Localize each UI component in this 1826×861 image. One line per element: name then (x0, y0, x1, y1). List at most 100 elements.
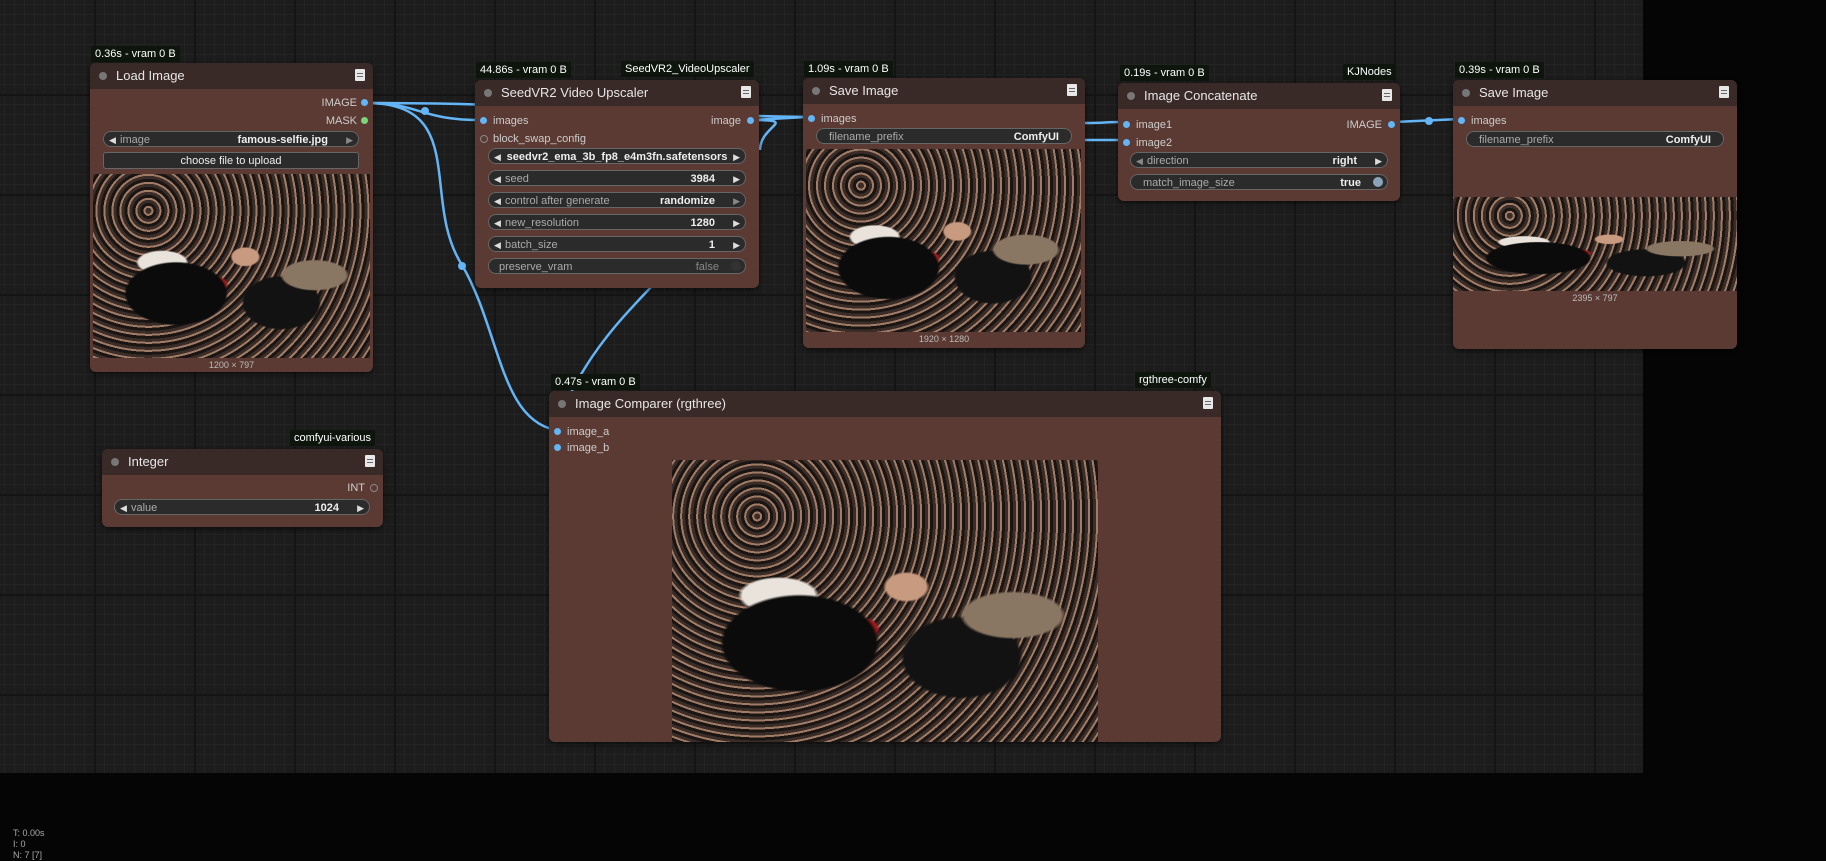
arrow-left-icon[interactable]: ◀ (109, 132, 116, 148)
document-icon[interactable] (1203, 397, 1213, 409)
image-size-label: 2395 × 797 (1572, 293, 1618, 303)
comparison-image[interactable] (672, 460, 1098, 742)
image-concatenate-title[interactable]: Image Concatenate (1118, 83, 1400, 109)
document-icon[interactable] (355, 69, 365, 81)
arrow-left-icon[interactable]: ◀ (494, 193, 501, 209)
arrow-left-icon[interactable]: ◀ (120, 500, 127, 516)
collapse-dot-icon[interactable] (1127, 92, 1135, 100)
arrow-right-icon[interactable]: ▶ (733, 149, 740, 165)
concat-source: KJNodes (1343, 64, 1396, 80)
output-image-dot[interactable] (1388, 121, 1395, 128)
arrow-right-icon[interactable]: ▶ (733, 193, 740, 209)
image-comparer-node[interactable]: Image Comparer (rgthree) image_a image_b (549, 391, 1221, 742)
load-image-title[interactable]: Load Image (90, 63, 373, 89)
document-icon[interactable] (365, 455, 375, 467)
seedvr-title[interactable]: SeedVR2 Video Upscaler (475, 80, 759, 106)
stats-panel: T: 0.00s I: 0 N: 7 [7] (13, 828, 45, 861)
input-images-label: images (1471, 115, 1507, 127)
collapse-dot-icon[interactable] (1462, 89, 1470, 97)
save-image-1-node[interactable]: Save Image images filename_prefix ComfyU… (803, 78, 1085, 348)
arrow-right-icon[interactable]: ▶ (357, 500, 364, 516)
collapse-dot-icon[interactable] (484, 89, 492, 97)
output-mask-label: MASK (325, 115, 357, 127)
arrow-right-icon[interactable]: ▶ (346, 132, 353, 148)
stats-time: T: 0.00s (13, 828, 45, 838)
input-image1-label: image1 (1136, 119, 1173, 131)
integer-title[interactable]: Integer (102, 449, 383, 475)
integer-node[interactable]: Integer INT ◀ value 1024 ▶ (102, 449, 383, 527)
input-block-swap-label: block_swap_config (493, 133, 586, 145)
seedvr-badge: 44.86s - vram 0 B (476, 62, 571, 78)
preview-image (806, 149, 1081, 332)
concat-badge: 0.19s - vram 0 B (1120, 65, 1209, 81)
image-concatenate-node[interactable]: Image Concatenate image1 image2 IMAGE ◀ … (1118, 83, 1400, 201)
arrow-right-icon[interactable]: ▶ (733, 215, 740, 231)
image-size-label: 1200 × 797 (208, 360, 255, 370)
output-int-dot[interactable] (370, 484, 378, 492)
arrow-left-icon[interactable]: ◀ (494, 237, 501, 253)
toggle-knob-icon (731, 261, 741, 271)
collapse-dot-icon[interactable] (111, 458, 119, 466)
output-mask-dot[interactable] (361, 117, 368, 124)
input-images-dot[interactable] (480, 117, 487, 124)
save-image-1-title[interactable]: Save Image (803, 78, 1085, 104)
save2-badge: 0.39s - vram 0 B (1455, 62, 1544, 78)
seed-widget[interactable]: ◀ seed 3984 ▶ (488, 170, 746, 186)
output-image-dot[interactable] (361, 99, 368, 106)
batch-size-widget[interactable]: ◀ batch_size 1 ▶ (488, 236, 746, 252)
arrow-left-icon[interactable]: ◀ (1136, 153, 1143, 169)
filename-prefix-field[interactable]: filename_prefix ComfyUI (1466, 131, 1724, 147)
filename-prefix-field[interactable]: filename_prefix ComfyUI (816, 128, 1072, 144)
input-image1-dot[interactable] (1123, 121, 1130, 128)
arrow-right-icon[interactable]: ▶ (1375, 153, 1382, 169)
output-image-dot[interactable] (747, 117, 754, 124)
integer-source: comfyui-various (290, 430, 376, 446)
arrow-left-icon[interactable]: ◀ (494, 215, 501, 231)
toggle-knob-icon (1373, 177, 1383, 187)
preview-image (93, 174, 370, 358)
direction-combo-widget[interactable]: ◀ direction right ▶ (1130, 152, 1388, 168)
seedvr-source: SeedVR2_VideoUpscaler (621, 61, 754, 77)
preserve-vram-toggle[interactable]: preserve_vram false (488, 258, 746, 274)
load-image-node[interactable]: Load Image IMAGE MASK ◀ image famous-sel… (90, 63, 373, 372)
input-block-swap-dot[interactable] (480, 135, 488, 143)
input-images-dot[interactable] (1458, 117, 1465, 124)
input-image-a-dot[interactable] (554, 428, 561, 435)
save-image-2-title[interactable]: Save Image (1453, 80, 1737, 106)
input-images-dot[interactable] (808, 115, 815, 122)
input-image2-dot[interactable] (1123, 139, 1130, 146)
input-image-a-label: image_a (567, 426, 610, 438)
input-image-b-label: image_b (567, 442, 610, 454)
output-image-label: IMAGE (1346, 119, 1382, 131)
new-resolution-widget[interactable]: ◀ new_resolution 1280 ▶ (488, 214, 746, 230)
match-image-size-toggle[interactable]: match_image_size true (1130, 174, 1388, 190)
stats-nodes: N: 7 [7] (13, 850, 43, 860)
value-number-widget[interactable]: ◀ value 1024 ▶ (114, 499, 370, 515)
model-combo-widget[interactable]: ◀ seedvr2_ema_3b_fp8_e4m3fn.safetensors … (488, 148, 746, 164)
input-image2-label: image2 (1136, 137, 1173, 149)
output-image-label: image (711, 115, 741, 127)
input-image-b-dot[interactable] (554, 444, 561, 451)
document-icon[interactable] (1382, 89, 1392, 101)
image-comparer-title[interactable]: Image Comparer (rgthree) (549, 391, 1221, 417)
arrow-right-icon[interactable]: ▶ (733, 171, 740, 187)
load-image-badge: 0.36s - vram 0 B (91, 46, 180, 62)
image-combo-widget[interactable]: ◀ image famous-selfie.jpg ▶ (103, 131, 359, 147)
input-images-label: images (821, 113, 857, 125)
input-images-label: images (493, 115, 529, 127)
arrow-right-icon[interactable]: ▶ (733, 237, 740, 253)
seedvr-node[interactable]: SeedVR2 Video Upscaler images block_swap… (475, 80, 759, 288)
output-image-label: IMAGE (321, 97, 357, 109)
document-icon[interactable] (741, 86, 751, 98)
arrow-left-icon[interactable]: ◀ (494, 171, 501, 187)
comparer-source: rgthree-comfy (1135, 372, 1211, 388)
collapse-dot-icon[interactable] (99, 72, 107, 80)
upload-button[interactable]: choose file to upload (103, 152, 359, 169)
document-icon[interactable] (1067, 84, 1077, 96)
collapse-dot-icon[interactable] (558, 400, 566, 408)
save-image-2-node[interactable]: Save Image images filename_prefix ComfyU… (1453, 80, 1737, 349)
document-icon[interactable] (1719, 86, 1729, 98)
collapse-dot-icon[interactable] (812, 87, 820, 95)
control-after-generate-widget[interactable]: ◀ control after generate randomize ▶ (488, 192, 746, 208)
output-int-label: INT (347, 482, 365, 494)
